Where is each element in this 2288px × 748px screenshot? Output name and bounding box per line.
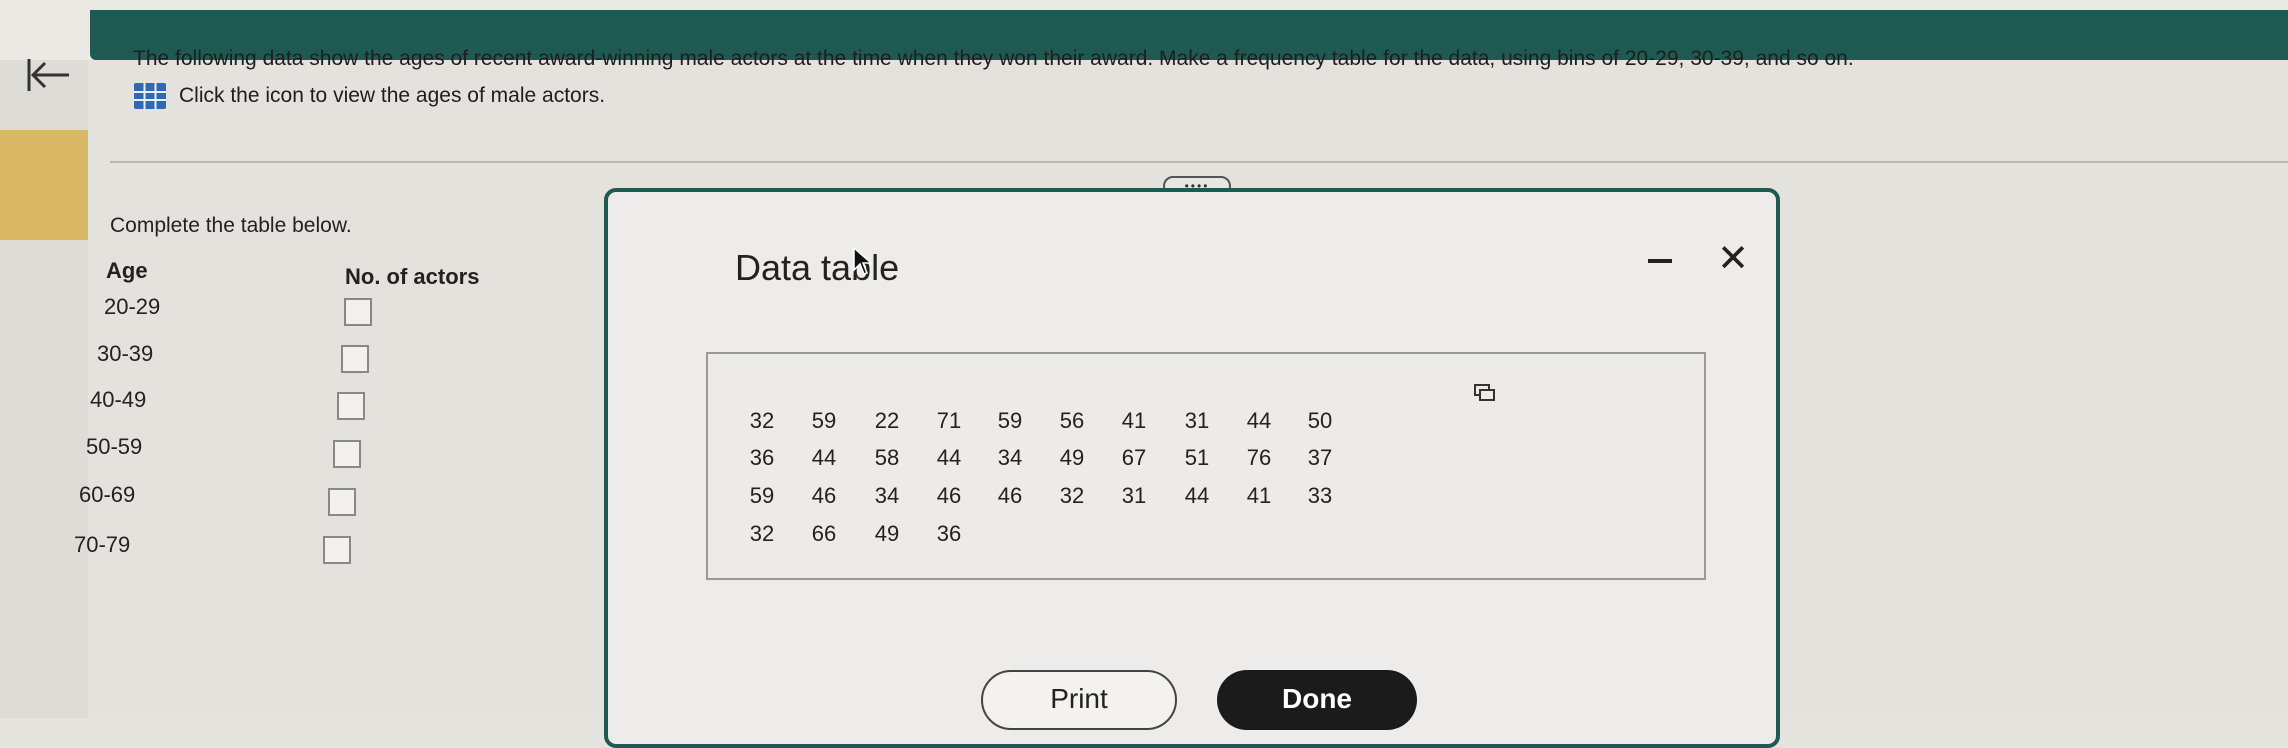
data-value: 31 — [1121, 483, 1147, 508]
header-count: No. of actors — [345, 264, 480, 289]
data-link[interactable]: Click the icon to view the ages of male … — [133, 80, 605, 112]
age-label: 70-79 — [74, 532, 131, 557]
data-value: 71 — [936, 408, 962, 433]
data-value: 36 — [936, 521, 962, 546]
data-value: 58 — [874, 445, 900, 470]
left-rail — [0, 60, 88, 718]
age-label: 30-39 — [97, 341, 154, 366]
separator — [110, 161, 2288, 163]
data-value: 46 — [811, 483, 837, 508]
data-value: 37 — [1307, 445, 1333, 470]
data-value: 49 — [1059, 445, 1085, 470]
data-value: 22 — [874, 408, 900, 433]
data-value: 34 — [874, 483, 900, 508]
data-value: 59 — [811, 408, 837, 433]
left-rail-accent — [0, 130, 88, 240]
data-value: 59 — [749, 483, 775, 508]
data-value: 44 — [936, 445, 962, 470]
count-input-50-59[interactable] — [333, 440, 361, 468]
header-age: Age — [106, 258, 148, 283]
count-input-40-49[interactable] — [337, 392, 365, 420]
data-value: 34 — [997, 445, 1023, 470]
data-value: 56 — [1059, 408, 1085, 433]
data-value: 41 — [1121, 408, 1147, 433]
data-value: 59 — [997, 408, 1023, 433]
data-value: 32 — [1059, 483, 1085, 508]
question-text: The following data show the ages of rece… — [133, 47, 1854, 70]
instruction: Complete the table below. — [110, 214, 352, 237]
count-input-70-79[interactable] — [323, 536, 351, 564]
mouse-cursor-icon — [853, 246, 873, 275]
age-label: 40-49 — [90, 387, 147, 412]
dialog-title: Data table — [735, 247, 900, 288]
data-value: 36 — [749, 445, 775, 470]
data-value: 50 — [1307, 408, 1333, 433]
age-label: 20-29 — [104, 294, 161, 319]
data-value: 33 — [1307, 483, 1333, 508]
age-label: 60-69 — [79, 482, 136, 507]
data-value: 76 — [1246, 445, 1272, 470]
data-value: 66 — [811, 521, 837, 546]
data-value: 46 — [997, 483, 1023, 508]
data-value: 44 — [811, 445, 837, 470]
data-value: 31 — [1184, 408, 1210, 433]
data-value: 51 — [1184, 445, 1210, 470]
copy-icon[interactable] — [1474, 384, 1496, 402]
table-grid-icon[interactable] — [133, 82, 167, 110]
print-button[interactable]: Print — [981, 670, 1177, 730]
close-button[interactable]: ✕ — [1716, 240, 1750, 278]
close-icon: ✕ — [1717, 238, 1749, 280]
data-value: 46 — [936, 483, 962, 508]
done-button[interactable]: Done — [1217, 670, 1417, 730]
count-input-30-39[interactable] — [341, 345, 369, 373]
data-value: 32 — [749, 408, 775, 433]
count-input-20-29[interactable] — [344, 298, 372, 326]
data-value: 67 — [1121, 445, 1147, 470]
back-arrow-icon[interactable] — [25, 55, 73, 95]
minimize-icon — [1648, 259, 1672, 263]
prompt-text[interactable]: Click the icon to view the ages of male … — [179, 84, 605, 108]
data-value: 44 — [1184, 483, 1210, 508]
data-table-dialog: Data table ✕ 32 36 59 32 59 44 46 66 22 58 34 49 71 4… — [604, 188, 1780, 748]
minimize-button[interactable] — [1648, 254, 1674, 268]
data-value: 32 — [749, 521, 775, 546]
age-label: 50-59 — [86, 434, 143, 459]
data-value: 49 — [874, 521, 900, 546]
data-value: 41 — [1246, 483, 1272, 508]
data-values-box: 32 36 59 32 59 44 46 66 22 58 34 49 71 44 46 36 59 34 46 56… — [706, 352, 1706, 580]
count-input-60-69[interactable] — [328, 488, 356, 516]
data-value: 44 — [1246, 408, 1272, 433]
